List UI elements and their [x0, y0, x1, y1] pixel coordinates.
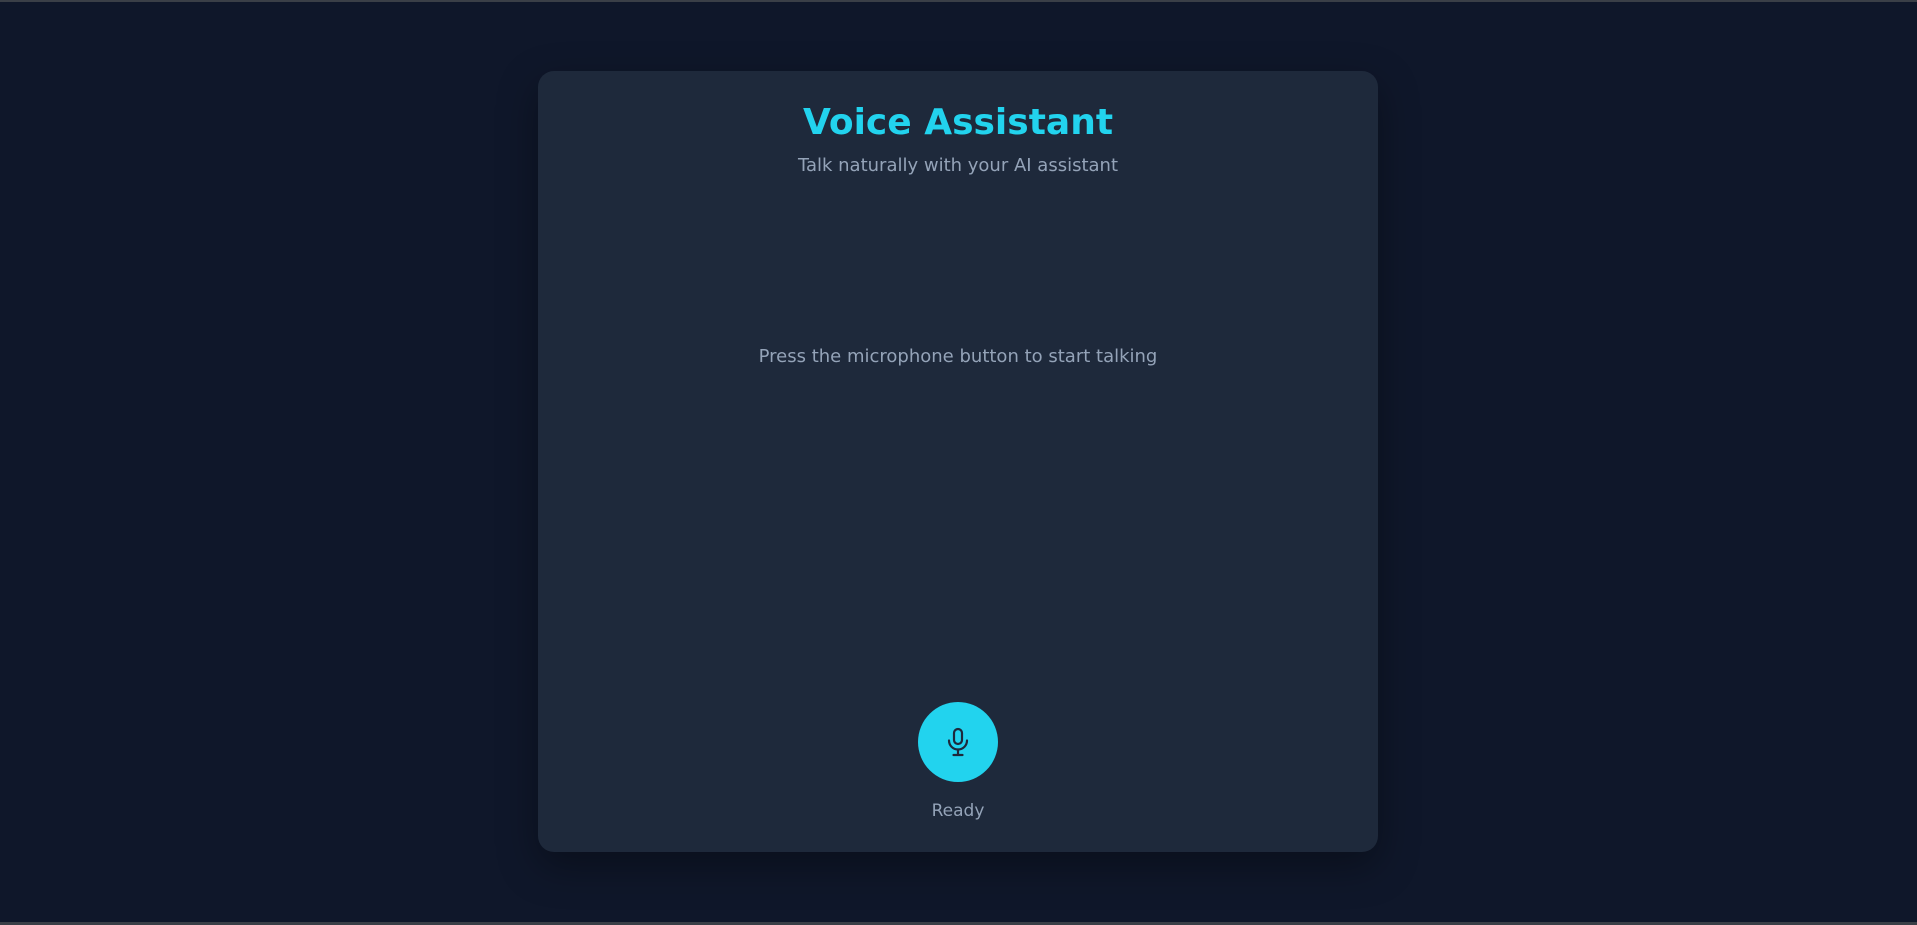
window-top-border — [0, 0, 1917, 2]
conversation-area: Press the microphone button to start tal… — [538, 214, 1378, 734]
microphone-icon — [945, 727, 971, 757]
assistant-card: Voice Assistant Talk naturally with your… — [538, 71, 1378, 852]
empty-conversation-message: Press the microphone button to start tal… — [758, 346, 1158, 367]
page-title: Voice Assistant — [802, 102, 1114, 143]
status-label: Ready — [931, 801, 985, 821]
microphone-button[interactable] — [918, 702, 998, 782]
page-subtitle: Talk naturally with your AI assistant — [797, 155, 1119, 176]
